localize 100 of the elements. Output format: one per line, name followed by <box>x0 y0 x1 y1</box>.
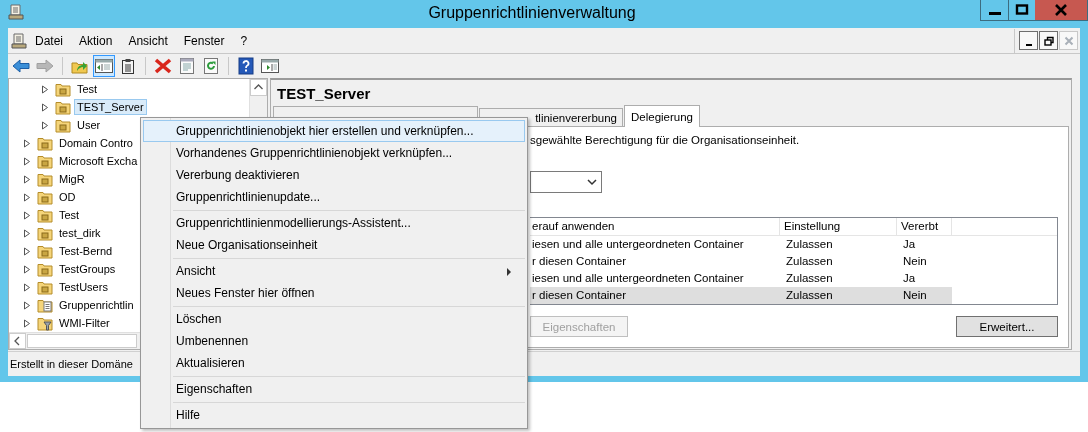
chevron-down-icon <box>587 178 597 186</box>
folder-icon <box>37 153 53 169</box>
table-cell-text: iesen und alle untergeordneten Container <box>531 237 745 252</box>
dropdown-field[interactable] <box>530 171 602 193</box>
column-header[interactable]: erauf anwenden <box>530 218 780 235</box>
table-row[interactable]: iesen und alle untergeordneten Container Zulassen Ja <box>530 236 952 253</box>
submenu-arrow-icon <box>507 268 512 276</box>
expand-arrow-icon[interactable] <box>23 264 31 274</box>
tree-item[interactable]: Test <box>56 207 83 223</box>
context-menu-item[interactable]: Eigenschaften <box>143 378 525 400</box>
close-icon <box>1054 4 1068 16</box>
table-cell-text: r diesen Container <box>531 288 627 303</box>
table-row[interactable]: iesen und alle untergeordneten Container Zulassen Ja <box>530 270 952 287</box>
context-menu-item[interactable]: Gruppenrichtlinienupdate... <box>143 186 525 208</box>
close-button[interactable] <box>1035 0 1087 20</box>
column-header[interactable]: Einstellung <box>780 218 897 235</box>
expand-arrow-icon[interactable] <box>23 156 31 166</box>
expand-arrow-icon[interactable] <box>23 318 31 328</box>
tree-item[interactable]: TestUsers <box>56 279 111 295</box>
table-row[interactable]: r diesen Container Zulassen Nein <box>530 253 952 270</box>
folder-icon <box>55 99 71 115</box>
tree-item[interactable]: Test <box>74 81 101 97</box>
expand-arrow-icon[interactable] <box>23 300 31 310</box>
scroll-left-icon[interactable] <box>9 333 26 349</box>
menu-item[interactable]: Datei <box>35 33 63 48</box>
tree-item[interactable]: test_dirk <box>56 225 104 241</box>
tree-item[interactable]: WMI-Filter <box>56 315 113 331</box>
table-cell-text: Zulassen <box>785 271 834 286</box>
tree-item[interactable]: TestGroups <box>56 261 119 277</box>
context-menu-item[interactable]: Neue Organisationseinheit <box>143 234 525 256</box>
minimize-icon <box>988 12 1001 15</box>
tree-item[interactable]: Microsoft Excha <box>56 153 141 169</box>
help-icon[interactable] <box>235 55 257 77</box>
expand-arrow-icon[interactable] <box>23 210 31 220</box>
table-row[interactable]: r diesen Container Zulassen Nein <box>530 287 952 304</box>
table-cell-text: iesen und alle untergeordneten Container <box>531 271 745 286</box>
folder-icon <box>37 243 53 259</box>
context-menu-item[interactable]: Löschen <box>143 308 525 330</box>
table-cell-text: Ja <box>902 271 917 286</box>
menu-item[interactable]: Aktion <box>79 33 113 48</box>
context-menu-item[interactable]: Ansicht <box>143 260 525 282</box>
table-cell-text: Zulassen <box>785 288 834 303</box>
tree-item[interactable]: Gruppenrichtlin <box>56 297 137 313</box>
menu-item[interactable]: ? <box>240 33 248 48</box>
tree-item[interactable]: Test-Bernd <box>56 243 116 259</box>
folder-icon <box>37 279 53 295</box>
context-menu-item[interactable]: Umbenennen <box>143 330 525 352</box>
expand-arrow-icon[interactable] <box>41 102 49 112</box>
restore-button[interactable] <box>1039 31 1058 50</box>
table-cell-text: r diesen Container <box>531 254 627 269</box>
tree-item[interactable]: OD <box>56 189 79 205</box>
status-text: Erstellt in dieser Domäne <box>10 358 133 370</box>
pane-title: TEST_Server <box>277 85 372 103</box>
app-icon[interactable] <box>11 32 27 49</box>
console-tree-icon[interactable] <box>93 55 115 77</box>
tree-item[interactable]: MigR <box>56 171 88 187</box>
expand-arrow-icon[interactable] <box>23 174 31 184</box>
table-cell-text: Zulassen <box>785 237 834 252</box>
context-menu-item[interactable]: Aktualisieren <box>143 352 525 374</box>
description-text: sgewählte Berechtigung für die Organisationseinheit. <box>530 134 801 148</box>
expand-arrow-icon[interactable] <box>23 138 31 148</box>
expand-arrow-icon[interactable] <box>41 84 49 94</box>
app-icon <box>8 4 24 20</box>
context-menu-item[interactable]: Hilfe <box>143 404 525 426</box>
expand-arrow-icon[interactable] <box>23 246 31 256</box>
window-title: Gruppenrichtlinienverwaltung <box>427 4 637 22</box>
minimize-icon <box>1025 44 1032 46</box>
maximize-icon <box>1015 4 1029 16</box>
folder-icon <box>37 261 53 277</box>
table-cell-text: Nein <box>902 254 928 269</box>
column-header[interactable]: Vererbt <box>897 218 952 235</box>
expand-arrow-icon[interactable] <box>23 282 31 292</box>
context-menu-item[interactable]: Gruppenrichtlinienobjekt hier erstellen und verknüpfen... <box>143 120 525 142</box>
close-icon <box>1062 34 1075 47</box>
tree-item[interactable]: Domain Contro <box>56 135 136 151</box>
menu-item[interactable]: Ansicht <box>128 33 168 48</box>
context-menu-item[interactable]: Neues Fenster hier öffnen <box>143 282 525 304</box>
folder-icon <box>37 207 53 223</box>
minimize-button[interactable] <box>1019 31 1038 50</box>
expand-arrow-icon[interactable] <box>23 192 31 202</box>
advanced-button[interactable]: Erweitert... <box>956 316 1058 337</box>
expand-arrow-icon[interactable] <box>41 120 49 130</box>
tree-item[interactable]: TEST_Server <box>74 99 147 115</box>
folder-icon <box>37 135 53 151</box>
context-menu-item[interactable]: Vorhandenes Gruppenrichtlinienobjekt verknüpfen... <box>143 142 525 164</box>
context-menu-item[interactable]: Gruppenrichtlinienmodellierungs-Assistent... <box>143 212 525 234</box>
scroll-up-icon[interactable] <box>250 79 267 96</box>
scrollbar-thumb[interactable] <box>27 334 137 348</box>
expand-arrow-icon[interactable] <box>23 228 31 238</box>
tab[interactable]: Delegierung <box>624 105 700 127</box>
folder-scroll-icon <box>37 297 53 313</box>
tree-item[interactable]: User <box>74 117 104 133</box>
context-menu-item[interactable]: Vererbung deaktivieren <box>143 164 525 186</box>
folder-icon <box>37 225 53 241</box>
folder-funnel-icon <box>37 315 53 331</box>
table-cell-text: Nein <box>902 288 928 303</box>
folder-icon <box>55 81 71 97</box>
table-cell-text: Zulassen <box>785 254 834 269</box>
menu-item[interactable]: Fenster <box>183 33 225 48</box>
table-cell-text: Ja <box>902 237 917 252</box>
